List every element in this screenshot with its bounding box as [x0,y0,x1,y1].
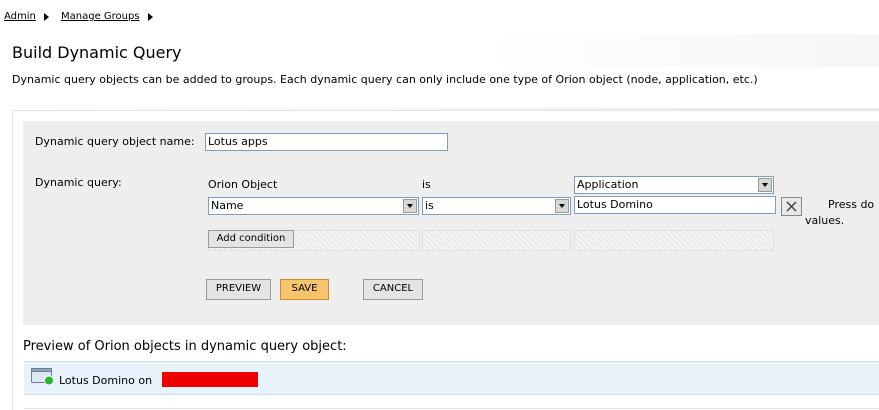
chevron-down-icon[interactable] [403,199,417,213]
list-item[interactable] [24,361,879,395]
hint-text: Press do [828,198,875,211]
close-icon [786,201,797,212]
breadcrumb-arrow-icon [44,13,49,21]
condition-field-value: Name [211,199,244,212]
chevron-down-icon[interactable] [758,178,772,192]
page-description: Dynamic query objects can be added to gr… [12,73,758,86]
page-title: Build Dynamic Query [12,43,182,62]
object-type-select[interactable]: Application [574,176,774,194]
breadcrumb-admin[interactable]: Admin [4,11,36,22]
application-up-icon [31,368,55,386]
save-button[interactable]: SAVE [280,279,329,300]
query-panel [23,121,879,325]
remove-condition-button[interactable] [781,197,802,216]
condition-operator-select[interactable]: is [422,197,571,215]
redacted-node-name [162,372,258,387]
query-name-value: Lotus apps [208,135,268,148]
condition-value-text: Lotus Domino [577,198,653,211]
condition-placeholder-operator [422,230,571,251]
preview-bottom-border [24,408,879,409]
hint-text-2: values. [805,214,845,227]
orion-object-label: Orion Object [208,178,278,191]
is-label: is [422,178,431,191]
name-label: Dynamic query object name: [35,135,195,148]
object-type-value: Application [577,178,639,191]
add-condition-button[interactable]: Add condition [208,230,294,248]
breadcrumb-manage-groups[interactable]: Manage Groups [61,11,140,22]
dynamic-query-label: Dynamic query: [35,176,122,189]
condition-operator-value: is [425,199,434,212]
preview-title: Preview of Orion objects in dynamic quer… [23,339,347,354]
cancel-button[interactable]: CANCEL [363,279,423,300]
preview-item-text: Lotus Domino on [59,374,153,387]
query-name-input[interactable]: Lotus apps [205,133,448,151]
breadcrumb-arrow-icon [148,13,153,21]
condition-field-select[interactable]: Name [208,197,419,215]
condition-placeholder-value [574,230,774,251]
chevron-down-icon[interactable] [555,199,569,213]
preview-button[interactable]: PREVIEW [206,279,271,300]
condition-value-input[interactable]: Lotus Domino [574,196,776,214]
